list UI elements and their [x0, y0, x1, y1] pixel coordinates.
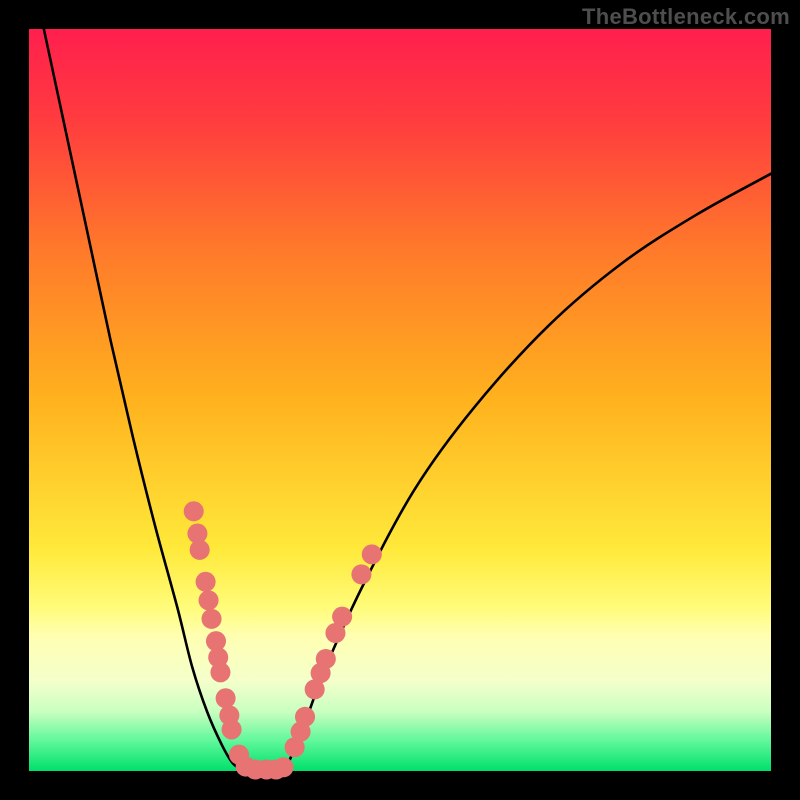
data-point — [196, 572, 216, 592]
data-point — [190, 540, 210, 560]
data-point — [210, 662, 230, 682]
image-root: TheBottleneck.com — [0, 0, 800, 800]
data-point — [362, 544, 382, 564]
data-point — [202, 609, 222, 629]
data-point — [316, 649, 336, 669]
data-point — [332, 607, 352, 627]
data-point — [199, 590, 219, 610]
plot-area — [29, 29, 771, 771]
data-point — [184, 501, 204, 521]
data-point — [295, 707, 315, 727]
curve-layer — [29, 29, 771, 771]
watermark-text: TheBottleneck.com — [582, 4, 790, 30]
data-point — [216, 688, 236, 708]
bottleneck-curve — [44, 29, 771, 774]
data-point — [222, 719, 242, 739]
data-point — [273, 757, 293, 777]
data-point — [351, 564, 371, 584]
